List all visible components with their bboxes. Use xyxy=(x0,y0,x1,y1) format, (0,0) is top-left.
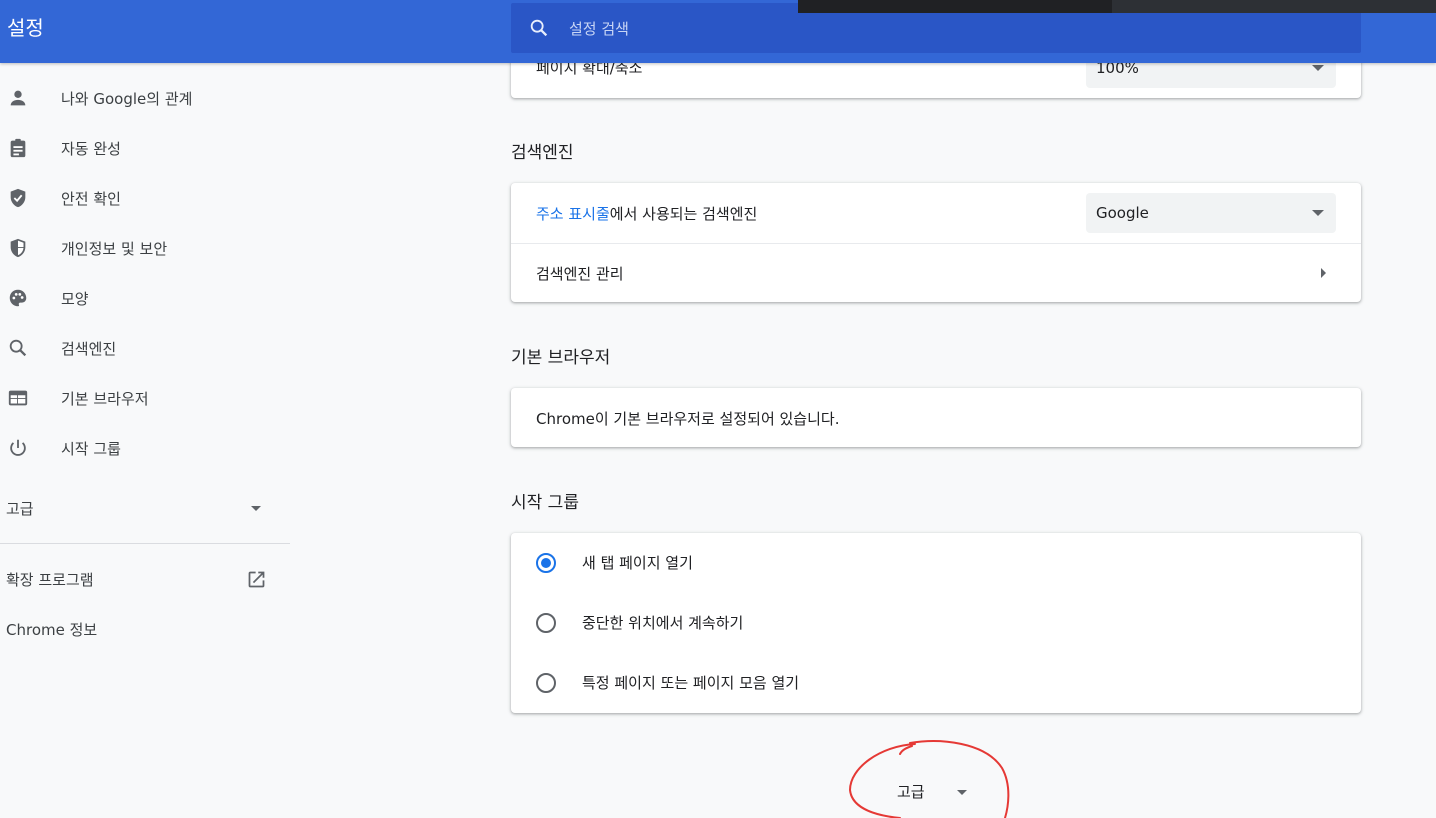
palette-icon xyxy=(9,289,27,307)
search-engine-value: Google xyxy=(1096,204,1149,222)
clipboard-icon xyxy=(10,138,26,158)
search-icon xyxy=(9,339,27,357)
annotation-circle xyxy=(848,740,1010,818)
sidebar-item-startup[interactable]: 시작 그룹 xyxy=(0,428,290,468)
chevron-down-icon xyxy=(1312,65,1324,71)
address-bar-engine-label: 주소 표시줄에서 사용되는 검색엔진 xyxy=(536,203,757,224)
default-browser-status: Chrome이 기본 브라우저로 설정되어 있습니다. xyxy=(536,410,840,428)
radio-button[interactable] xyxy=(536,673,556,693)
default-browser-card: Chrome이 기본 브라우저로 설정되어 있습니다. xyxy=(511,388,1361,447)
manage-search-engines-label: 검색엔진 관리 xyxy=(536,265,624,283)
sidebar-item-label: 개인정보 및 보안 xyxy=(61,239,168,258)
startup-option-label: 중단한 위치에서 계속하기 xyxy=(582,614,744,632)
address-bar-link[interactable]: 주소 표시줄 xyxy=(536,205,610,223)
chevron-down-icon xyxy=(1312,210,1324,216)
sidebar-item-label: 기본 브라우저 xyxy=(61,389,149,408)
startup-option[interactable]: 특정 페이지 또는 페이지 모음 열기 xyxy=(511,653,1361,713)
sidebar-extensions-label: 확장 프로그램 xyxy=(6,571,94,589)
page-title: 설정 xyxy=(7,16,44,40)
sidebar-extensions[interactable]: 확장 프로그램 xyxy=(0,559,290,599)
shield-check-icon xyxy=(10,188,26,208)
sidebar-item-google[interactable]: 나와 Google의 관계 xyxy=(0,78,290,118)
browser-window-icon xyxy=(8,390,28,406)
search-placeholder: 설정 검색 xyxy=(569,20,629,38)
radio-button[interactable] xyxy=(536,553,556,573)
sidebar-advanced[interactable]: 고급 xyxy=(0,488,270,528)
search-engine-title: 검색엔진 xyxy=(511,143,574,163)
sidebar-about-label: Chrome 정보 xyxy=(6,621,98,639)
sidebar-item-privacy[interactable]: 개인정보 및 보안 xyxy=(0,228,290,268)
sidebar-divider xyxy=(0,543,290,544)
shield-half-icon xyxy=(10,238,26,258)
window-strip xyxy=(798,0,1112,13)
sidebar-item-label: 안전 확인 xyxy=(61,189,121,208)
search-engine-select[interactable]: Google xyxy=(1086,193,1336,233)
search-icon xyxy=(530,19,548,37)
sidebar-item-appearance[interactable]: 모양 xyxy=(0,278,290,318)
startup-title: 시작 그룹 xyxy=(511,493,579,513)
chevron-down-icon xyxy=(251,506,261,511)
startup-option-label: 새 탭 페이지 열기 xyxy=(582,554,693,572)
sidebar-advanced-label: 고급 xyxy=(6,500,34,518)
manage-search-engines-row[interactable]: 검색엔진 관리 xyxy=(511,244,1361,302)
sidebar-item-label: 모양 xyxy=(61,289,89,308)
window-strip xyxy=(1112,0,1436,13)
default-browser-title: 기본 브라우저 xyxy=(511,348,611,368)
startup-option[interactable]: 중단한 위치에서 계속하기 xyxy=(511,593,1361,653)
sidebar-item-label: 자동 완성 xyxy=(61,139,121,158)
radio-button[interactable] xyxy=(536,613,556,633)
startup-option-label: 특정 페이지 또는 페이지 모음 열기 xyxy=(582,674,800,692)
header-bar: 설정 설정 검색 xyxy=(0,0,1436,63)
sidebar-item-search-engine[interactable]: 검색엔진 xyxy=(0,328,290,368)
sidebar-item-label: 나와 Google의 관계 xyxy=(61,89,193,108)
sidebar-item-safety-check[interactable]: 안전 확인 xyxy=(0,178,290,218)
sidebar-item-label: 시작 그룹 xyxy=(61,439,121,458)
person-icon xyxy=(10,90,26,106)
sidebar-about-chrome[interactable]: Chrome 정보 xyxy=(0,609,290,649)
startup-card: 새 탭 페이지 열기 중단한 위치에서 계속하기 특정 페이지 또는 페이지 모… xyxy=(511,533,1361,713)
sidebar-item-label: 검색엔진 xyxy=(61,339,117,358)
power-icon xyxy=(10,439,26,456)
startup-option[interactable]: 새 탭 페이지 열기 xyxy=(511,533,1361,593)
sidebar-item-autofill[interactable]: 자동 완성 xyxy=(0,128,290,168)
sidebar-item-default-browser[interactable]: 기본 브라우저 xyxy=(0,378,290,418)
search-engine-card: 주소 표시줄에서 사용되는 검색엔진 Google 검색엔진 관리 xyxy=(511,183,1361,302)
address-bar-suffix: 에서 사용되는 검색엔진 xyxy=(609,205,758,223)
chevron-right-icon xyxy=(1321,268,1326,278)
open-in-new-icon xyxy=(248,571,265,588)
